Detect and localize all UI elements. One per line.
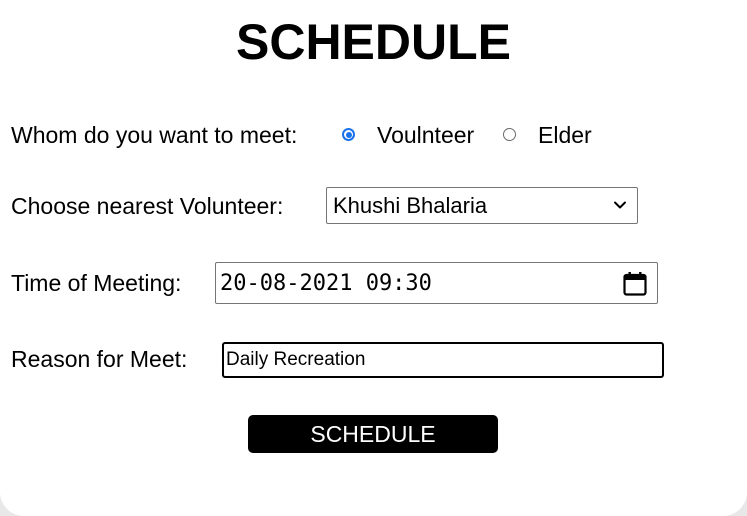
meeting-time-label: Time of Meeting: <box>11 270 182 296</box>
reason-input-value: Daily Recreation <box>226 349 366 370</box>
volunteer-label: Choose nearest Volunteer: <box>11 193 284 219</box>
meet-with-label: Whom do you want to meet: <box>11 122 298 148</box>
volunteer-select[interactable]: Khushi Bhalaria <box>326 187 638 224</box>
calendar-icon[interactable] <box>622 271 648 297</box>
schedule-button[interactable]: SCHEDULE <box>248 415 498 453</box>
meeting-time-value: 20-08-2021 09:30 <box>220 271 432 296</box>
schedule-card: SCHEDULE Whom do you want to meet: Vouln… <box>0 0 747 516</box>
chevron-down-icon <box>614 201 626 209</box>
reason-input[interactable]: Daily Recreation <box>222 342 664 378</box>
reason-label: Reason for Meet: <box>11 346 188 372</box>
radio-elder[interactable] <box>503 128 516 141</box>
volunteer-select-value: Khushi Bhalaria <box>333 193 488 218</box>
meeting-time-input[interactable]: 20-08-2021 09:30 <box>215 262 658 304</box>
radio-elder-label[interactable]: Elder <box>538 121 592 149</box>
radio-volunteer[interactable] <box>342 128 355 141</box>
radio-volunteer-label[interactable]: Voulnteer <box>377 121 474 149</box>
page-title: SCHEDULE <box>235 14 512 70</box>
